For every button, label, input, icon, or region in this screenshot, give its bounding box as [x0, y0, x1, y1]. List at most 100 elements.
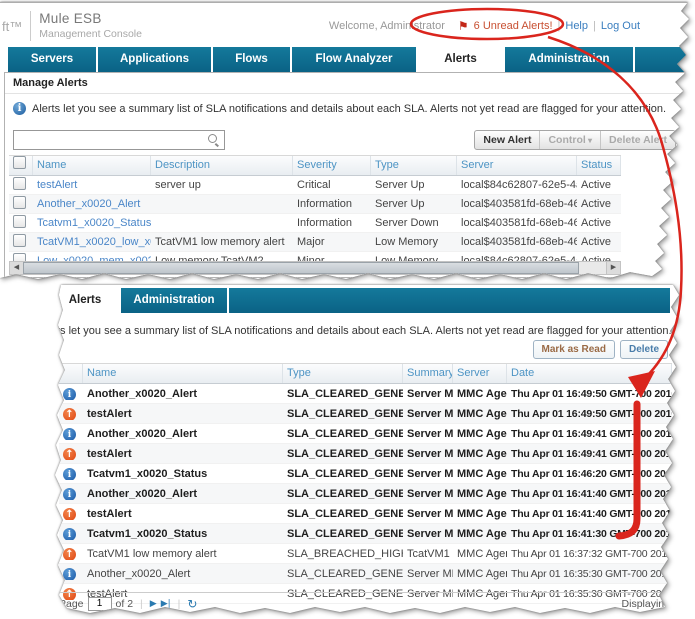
cell-summary: Server M [403, 428, 453, 440]
alert-row[interactable]: testAlert SLA_CLEARED_GENERIC Server M M… [59, 504, 672, 524]
column-header-server[interactable]: Server [457, 156, 577, 175]
tab-flow-analyzer[interactable]: Flow Analyzer [292, 47, 416, 72]
cell-summary: Server M [403, 388, 453, 400]
column-header-date[interactable]: Date [507, 364, 672, 383]
cell-summary: Server M [403, 508, 453, 520]
tab-administration[interactable]: Administration [505, 47, 633, 72]
cell-server: local$84c62807-62e5-4ad5-9 [457, 179, 577, 191]
new-alert-button[interactable]: New Alert [475, 131, 539, 149]
cell-server: MMC Agent [453, 408, 507, 420]
column-header-name[interactable]: Name [83, 364, 283, 383]
column-header-status[interactable]: Status [577, 156, 621, 175]
column-header-type[interactable]: Type [283, 364, 403, 383]
column-header-server[interactable]: Server [453, 364, 507, 383]
cell-name: testAlert [83, 408, 283, 420]
horizontal-scrollbar[interactable]: ◀ ▶ [9, 261, 621, 275]
cell-server: local$403581fd-68eb-469c-a [457, 217, 577, 229]
help-link[interactable]: Help [565, 20, 588, 32]
cell-status: Active [577, 198, 621, 210]
search-input[interactable] [13, 130, 225, 150]
last-page-button[interactable] [161, 599, 171, 609]
alert-row[interactable]: testAlert SLA_CLEARED_GENERIC Server M M… [59, 404, 672, 424]
content-panel: Manage Alerts Alerts let you see a summa… [4, 72, 685, 278]
table-row[interactable]: testAlert server up Critical Server Up l… [9, 176, 621, 195]
alert-row[interactable]: Another_x0020_Alert SLA_CLEARED_GENERIC … [59, 384, 672, 404]
column-header-severity[interactable]: Severity [293, 156, 371, 175]
row-checkbox[interactable] [13, 196, 26, 209]
alert-status-icon [63, 508, 76, 520]
search-icon[interactable] [208, 134, 217, 143]
cell-description: TcatVM1 low memory alert [151, 236, 293, 248]
cell-date: Thu Apr 01 16:49:50 GMT-700 2010 [507, 408, 672, 420]
alert-name-link[interactable]: Tcatvm1_x0020_Status [33, 217, 151, 229]
cell-status: Active [577, 179, 621, 191]
column-header-type[interactable]: Type [371, 156, 457, 175]
alert-row[interactable]: Another_x0020_Alert SLA_CLEARED_GENERIC … [59, 564, 672, 584]
logout-link[interactable]: Log Out [601, 20, 640, 32]
cell-date: Thu Apr 01 16:37:32 GMT-700 2010 [507, 548, 672, 560]
mark-as-read-button[interactable]: Mark as Read [533, 340, 615, 359]
delete-button[interactable]: Delete [620, 340, 668, 359]
alert-row[interactable]: Tcatvm1_x0020_Status SLA_CLEARED_GENERIC… [59, 524, 672, 544]
next-page-button[interactable] [150, 599, 157, 609]
alert-row[interactable]: Another_x0020_Alert SLA_CLEARED_GENERIC … [59, 484, 672, 504]
divider: | [558, 20, 561, 32]
column-header-description[interactable]: Description [151, 156, 293, 175]
table-header-row: Name Description Severity Type Server St… [9, 155, 621, 176]
tab-flows[interactable]: Flows [213, 47, 290, 72]
cell-date: Thu Apr 01 16:41:30 GMT-700 2010 [507, 528, 672, 540]
table-row[interactable]: Tcatvm1_x0020_Status Information Server … [9, 214, 621, 233]
cell-date: Thu Apr 01 16:35:30 GMT-700 2010 [507, 568, 672, 580]
table-row[interactable]: Another_x0020_Alert Information Server U… [9, 195, 621, 214]
alert-status-icon [63, 448, 76, 460]
column-header-name[interactable]: Name [33, 156, 151, 175]
alert-name-link[interactable]: Another_x0020_Alert [33, 198, 151, 210]
control-dropdown-button[interactable]: Control [539, 131, 600, 149]
cell-summary: Server M [403, 488, 453, 500]
tab-administration[interactable]: Administration [121, 288, 227, 313]
cell-description: server up [151, 179, 293, 191]
row-checkbox[interactable] [13, 215, 26, 228]
refresh-button[interactable] [187, 597, 197, 611]
delete-alert-button[interactable]: Delete Alert [600, 131, 675, 149]
screenshot-bottom-wrapper: Alerts Administration ts let you see a s… [55, 283, 680, 617]
cell-server: MMC Agent [453, 448, 507, 460]
icon-cell [59, 527, 83, 540]
cell-summary: TcatVM1 k [403, 548, 453, 560]
alert-row[interactable]: Tcatvm1_x0020_Status SLA_CLEARED_GENERIC… [59, 464, 672, 484]
cell-summary: Server M [403, 408, 453, 420]
row-checkbox[interactable] [13, 234, 26, 247]
cell-server: MMC Agent [453, 488, 507, 500]
tab-applications[interactable]: Applications [98, 47, 211, 72]
alert-row[interactable]: TcatVM1 low memory alert SLA_BREACHED_HI… [59, 544, 672, 564]
user-bar: Welcome, Administrator ⚑ 6 Unread Alerts… [329, 19, 640, 33]
unread-alerts-link[interactable]: 6 Unread Alerts! [474, 20, 553, 32]
select-all-checkbox[interactable] [13, 156, 26, 169]
tab-alerts[interactable]: Alerts [51, 288, 119, 313]
console-window-top: ft™ Mule ESB Management Console Welcome,… [0, 2, 692, 282]
alert-name-link[interactable]: testAlert [33, 179, 151, 191]
scrollbar-thumb[interactable] [23, 262, 579, 274]
scroll-left-button[interactable]: ◀ [10, 262, 24, 274]
cell-type: SLA_CLEARED_GENERIC [283, 528, 403, 540]
tab-alerts[interactable]: Alerts [418, 47, 503, 72]
cell-name: Another_x0020_Alert [83, 568, 283, 580]
cell-server: MMC Agent [453, 508, 507, 520]
table-header-row: Name Type Summary Server Date [59, 363, 672, 384]
alert-name-link[interactable]: TcatVM1_x0020_low_x0020_ [33, 236, 151, 248]
page-number-input[interactable] [88, 597, 112, 611]
alert-row[interactable]: Another_x0020_Alert SLA_CLEARED_GENERIC … [59, 424, 672, 444]
tab-servers[interactable]: Servers [8, 47, 96, 72]
displaying-status: Displaying [622, 598, 670, 610]
alert-row[interactable]: testAlert SLA_CLEARED_GENERIC Server M M… [59, 444, 672, 464]
alert-action-buttons: New Alert Control Delete Alert [474, 130, 676, 150]
cell-type: Server Up [371, 198, 457, 210]
cell-name: Another_x0020_Alert [83, 488, 283, 500]
alert-status-icon [63, 488, 76, 500]
icon-cell [59, 487, 83, 500]
column-header-summary[interactable]: Summary [403, 364, 453, 383]
scroll-right-button[interactable]: ▶ [606, 262, 620, 274]
row-checkbox[interactable] [13, 177, 26, 190]
table-row[interactable]: TcatVM1_x0020_low_x0020_ TcatVM1 low mem… [9, 233, 621, 252]
checkbox-cell [9, 196, 33, 212]
